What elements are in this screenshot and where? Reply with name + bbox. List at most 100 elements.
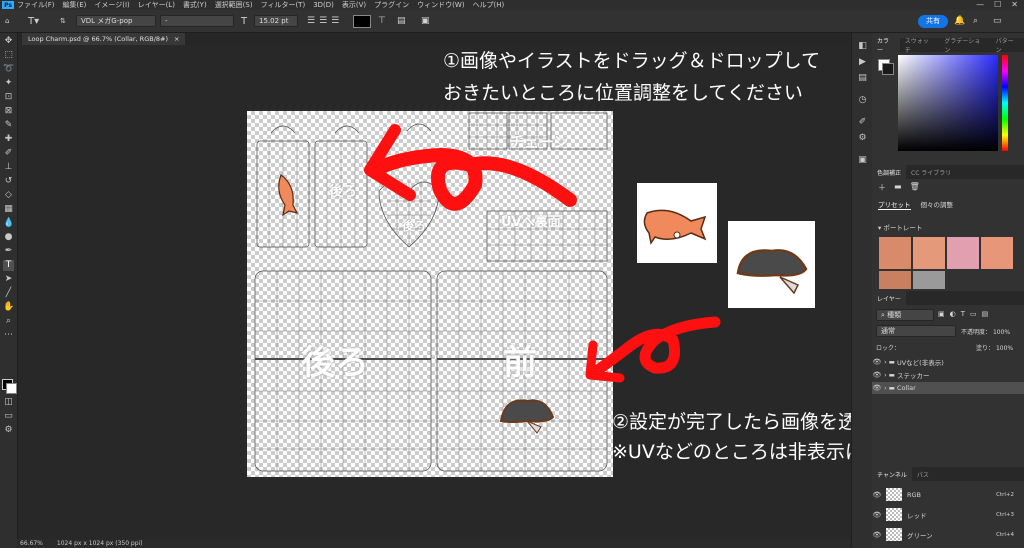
channel-row[interactable]: 👁 RGB Ctrl+2 — [872, 485, 1024, 504]
tab-channels[interactable]: チャンネル — [872, 467, 912, 481]
brush-settings-icon[interactable]: ✐ — [857, 117, 868, 128]
menu-3d[interactable]: 3D(D) — [313, 1, 334, 9]
history-brush-icon[interactable]: ↺ — [3, 176, 14, 187]
menu-plugins[interactable]: プラグイン — [374, 0, 409, 10]
tab-swatches[interactable]: スウォッチ — [900, 38, 940, 54]
add-icon[interactable]: ＋ — [878, 182, 886, 193]
background-color-icon[interactable] — [6, 383, 17, 394]
zoom-level[interactable]: 66.67% — [20, 540, 43, 547]
tab-patterns[interactable]: パターン — [991, 38, 1024, 54]
eye-icon[interactable]: 👁 — [872, 531, 882, 539]
minimize-icon[interactable]: — — [976, 0, 984, 10]
blend-mode[interactable]: 通常 — [876, 325, 956, 337]
tab-adjustments[interactable]: 色調補正 — [872, 165, 907, 179]
eye-icon[interactable]: 👁 — [872, 491, 882, 499]
layer-row[interactable]: 👁 › ▬ ステッカー — [872, 369, 1024, 381]
time-icon[interactable]: ◷ — [857, 95, 868, 106]
filter-shape-icon[interactable]: ▭ — [970, 310, 977, 318]
layer-filter[interactable]: ⌕ 種類 — [876, 309, 934, 321]
bg-swatch[interactable] — [882, 63, 894, 75]
menu-help[interactable]: ヘルプ(H) — [473, 0, 505, 10]
menu-type[interactable]: 書式(Y) — [183, 0, 207, 10]
filter-smart-icon[interactable]: ▤ — [982, 310, 989, 318]
menu-image[interactable]: イメージ(I) — [94, 0, 129, 10]
opacity-control[interactable]: 不透明度： 100% — [961, 327, 1010, 336]
document-tab[interactable]: Loop Charm.psd @ 66.7% (Collar, RGB/8#) … — [22, 33, 186, 45]
portrait-preset[interactable] — [879, 271, 911, 289]
tab-gradients[interactable]: グラデーション — [939, 38, 990, 54]
crop-tool-icon[interactable]: ⊡ — [3, 92, 14, 103]
align-right-icon[interactable]: ☰ — [331, 16, 339, 26]
menu-view[interactable]: 表示(V) — [342, 0, 366, 10]
fish-sticker-small[interactable] — [273, 171, 303, 221]
eyedropper-icon[interactable]: ✎ — [3, 120, 14, 131]
character-panel-icon[interactable]: ▤ — [397, 14, 406, 28]
menu-select[interactable]: 選択範囲(S) — [215, 0, 253, 10]
home-icon[interactable]: ⌂ — [5, 14, 9, 28]
dodge-tool-icon[interactable]: ● — [3, 232, 14, 243]
healing-brush-icon[interactable]: ✚ — [3, 134, 14, 145]
layer-filter-select[interactable]: ⌕ 種類 — [876, 309, 934, 321]
hue-slider[interactable] — [1002, 55, 1008, 151]
align-center-icon[interactable]: ☰ — [319, 16, 327, 26]
close-tab-icon[interactable]: × — [174, 35, 179, 43]
workspace-icon[interactable]: ▭ — [993, 14, 1002, 28]
font-size-select[interactable]: 15.02 pt — [254, 15, 298, 27]
play-actions-icon[interactable]: ▶ — [857, 57, 868, 68]
tab-layers[interactable]: レイヤー — [872, 291, 906, 305]
zoom-tool-icon[interactable]: ⌕ — [3, 316, 14, 327]
eye-icon[interactable]: 👁 — [872, 358, 882, 366]
channel-row[interactable]: 👁 レッド Ctrl+3 — [872, 505, 1024, 524]
lasso-tool-icon[interactable]: ➰ — [3, 64, 14, 75]
eye-icon[interactable]: 👁 — [872, 371, 882, 379]
more-tools-icon[interactable]: ⋯ — [3, 330, 14, 341]
pen-tool-icon[interactable]: ✒ — [3, 246, 14, 257]
text-color-swatch[interactable] — [353, 14, 371, 28]
portrait-preset[interactable] — [879, 237, 911, 269]
folder-icon[interactable]: ▬ — [894, 182, 902, 193]
fill-control[interactable]: 塗り： 100% — [976, 343, 1013, 352]
menu-file[interactable]: ファイル(F) — [17, 0, 55, 10]
collar-image-card[interactable] — [728, 221, 815, 308]
align-left-icon[interactable]: ☰ — [307, 16, 315, 26]
path-select-icon[interactable]: ➤ — [3, 274, 14, 285]
brush-tool-icon[interactable]: ✐ — [3, 148, 14, 159]
fill-value[interactable]: 100% — [996, 345, 1013, 352]
close-window-icon[interactable]: ✕ — [1011, 0, 1018, 10]
history-panel-icon[interactable]: ◧ — [857, 41, 868, 52]
blur-tool-icon[interactable]: 💧 — [3, 218, 14, 229]
search-icon[interactable]: ⌕ — [973, 14, 978, 28]
filter-adjust-icon[interactable]: ◐ — [950, 310, 956, 318]
magic-wand-icon[interactable]: ✦ — [3, 78, 14, 89]
quick-mask-icon[interactable]: ◫ — [3, 397, 14, 408]
font-family-select[interactable]: VDL メガG-pop — [76, 15, 156, 27]
shape-tool-icon[interactable]: ╱ — [3, 288, 14, 299]
menu-edit[interactable]: 編集(E) — [63, 0, 87, 10]
font-style-select[interactable]: - — [160, 15, 234, 27]
fish-image-card[interactable] — [637, 183, 717, 263]
warp-text-icon[interactable]: ⊤ — [378, 14, 386, 28]
marquee-tool-icon[interactable]: ⬚ — [3, 50, 14, 61]
stamp-tool-icon[interactable]: ⊥ — [3, 162, 14, 173]
collar-sticker-small[interactable] — [497, 391, 557, 435]
tab-cc-libraries[interactable]: CC ライブラリ — [906, 165, 956, 179]
move-tool-icon[interactable]: ✥ — [3, 36, 14, 47]
frame-tool-icon[interactable]: ⊠ — [3, 106, 14, 117]
opacity-value[interactable]: 100% — [993, 329, 1010, 336]
trash-icon[interactable]: 🗑 — [910, 182, 920, 193]
maximize-icon[interactable]: ☐ — [994, 0, 1001, 10]
blend-mode-select[interactable]: 通常 — [876, 325, 956, 337]
tab-individual[interactable]: 個々の調整 — [921, 199, 954, 210]
preset-section[interactable]: ▾ ポートレート — [878, 222, 922, 232]
notifications-icon[interactable]: 🔔 — [954, 14, 965, 28]
layer-row-selected[interactable]: 👁 › ▬ Collar — [872, 382, 1024, 394]
filter-pixel-icon[interactable]: ▣ — [938, 310, 945, 318]
eye-icon[interactable]: 👁 — [872, 511, 882, 519]
share-button[interactable]: 共有 — [918, 14, 948, 28]
libraries-icon[interactable]: ▣ — [857, 155, 868, 166]
eraser-tool-icon[interactable]: ◇ — [3, 190, 14, 201]
eye-icon[interactable]: 👁 — [872, 384, 882, 392]
portrait-preset[interactable] — [913, 237, 945, 269]
tab-presets[interactable]: プリセット — [878, 199, 911, 210]
type-tool-icon[interactable]: T — [3, 260, 14, 271]
